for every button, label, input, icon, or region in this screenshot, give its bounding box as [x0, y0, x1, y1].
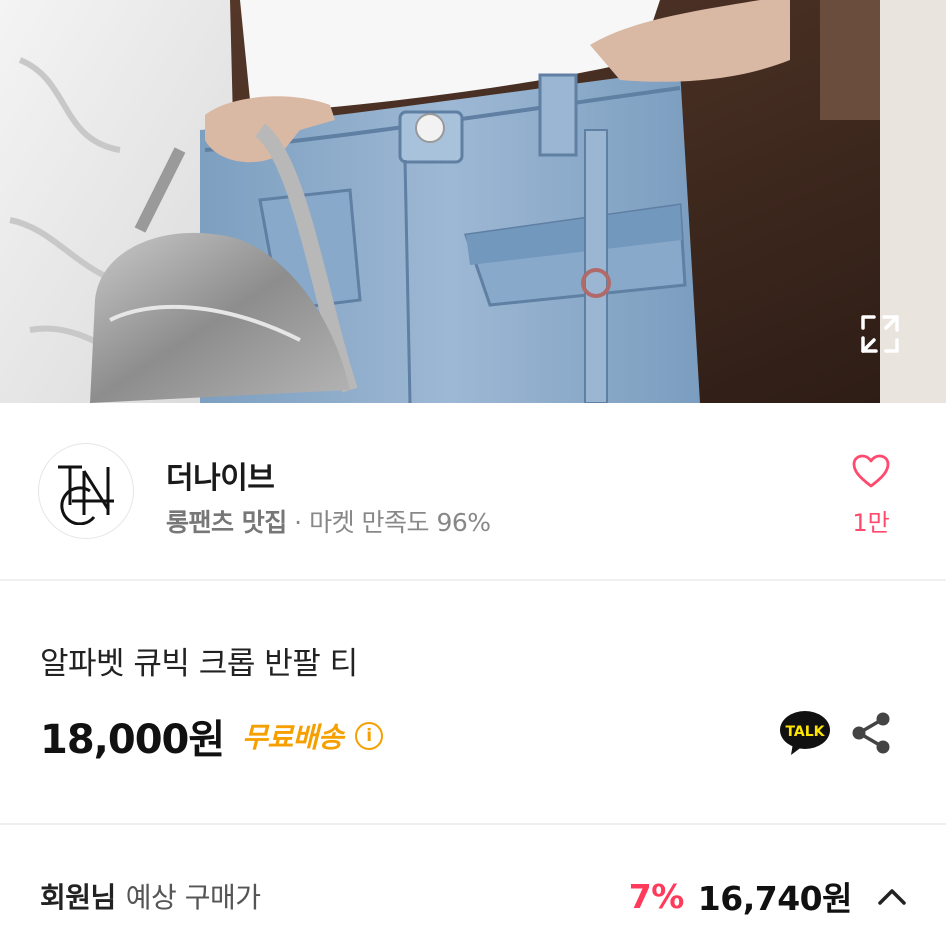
chevron-up-icon[interactable]	[874, 878, 910, 914]
expand-arrows-icon	[861, 315, 899, 353]
talk-label: TALK	[785, 724, 825, 740]
member-price-toggle[interactable]: 7% 16,740원	[629, 872, 910, 920]
like-count: 1만	[852, 509, 890, 537]
like-button[interactable]: 1만	[838, 453, 904, 538]
member-price-sub: 예상 구매가	[125, 881, 261, 914]
share-icon	[852, 712, 890, 754]
free-shipping-label: 무료배송	[242, 721, 344, 754]
kakao-talk-button[interactable]: TALK	[779, 709, 831, 757]
member-price-value: 16,740원	[697, 879, 853, 918]
member-price-row[interactable]: 회원님 예상 구매가 7% 16,740원	[40, 872, 910, 920]
product-title: 알파벳 큐빅 크롭 반팔 티	[40, 646, 358, 682]
share-button[interactable]	[850, 711, 892, 755]
seller-logo[interactable]	[38, 443, 134, 539]
product-price: 18,000원	[40, 717, 225, 763]
section-divider	[0, 823, 946, 825]
seller-tag: 롱팬츠 맛집	[166, 508, 287, 537]
price-row: 18,000원 무료배송 i	[40, 708, 384, 764]
talk-bubble-icon: TALK	[780, 711, 830, 755]
tn-monogram-icon	[58, 465, 114, 525]
separator: ·	[286, 508, 310, 537]
market-satisfaction: 마켓 만족도 96%	[309, 508, 491, 537]
info-circle-icon[interactable]: i	[355, 722, 384, 750]
member-label: 회원님	[40, 881, 116, 914]
seller-name[interactable]: 더나이브	[166, 453, 275, 497]
expand-button[interactable]	[846, 300, 914, 368]
product-image	[0, 0, 946, 403]
heart-outline-icon	[852, 454, 890, 488]
product-photo[interactable]	[0, 0, 946, 403]
seller-section[interactable]: 더나이브 롱팬츠 맛집 · 마켓 만족도 96% 1만	[0, 403, 946, 581]
seller-meta: 롱팬츠 맛집 · 마켓 만족도 96%	[166, 503, 491, 539]
discount-rate: 7%	[628, 876, 685, 916]
